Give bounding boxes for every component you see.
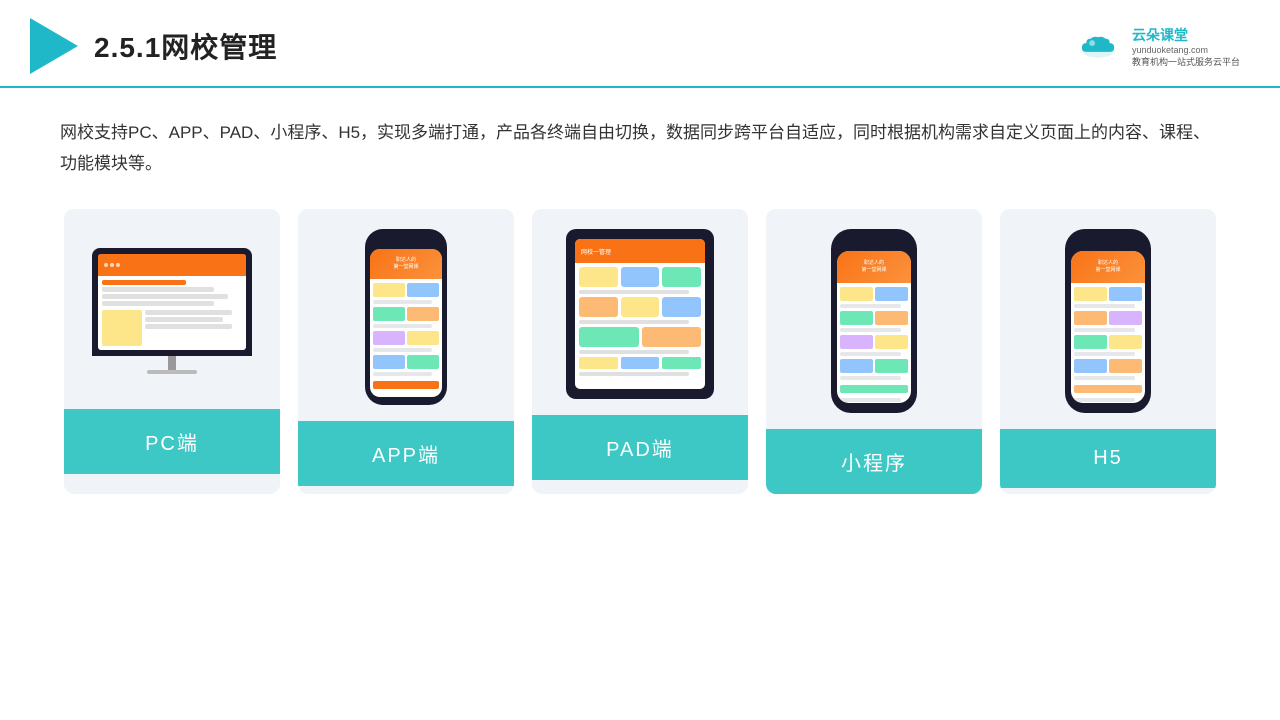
card-miniprogram-image: 职达人的第一堂网课	[766, 209, 982, 429]
card-pad-image: 网校一管理	[532, 209, 748, 415]
card-h5-image: 职达人的第一堂网课	[1000, 209, 1216, 429]
logo-triangle-icon	[30, 18, 78, 74]
app-phone-mockup: 职达人的第一堂网课	[365, 229, 447, 405]
header-right: 云朵课堂 yunduoketang.com 教育机构一站式服务云平台	[1076, 25, 1240, 68]
card-h5: 职达人的第一堂网课	[1000, 209, 1216, 494]
miniprogram-mockup: 职达人的第一堂网课	[831, 229, 917, 413]
brand-info: 云朵课堂 yunduoketang.com 教育机构一站式服务云平台	[1132, 25, 1240, 68]
brand-url: yunduoketang.com	[1132, 45, 1208, 55]
page-title: 2.5.1网校管理	[94, 26, 277, 66]
card-app-label: APP端	[298, 421, 514, 486]
platform-cards: PC端 职达人的第一堂网课	[60, 209, 1220, 494]
card-app-image: 职达人的第一堂网课	[298, 209, 514, 421]
brand-tagline-1: 教育机构一站式服务云平台	[1132, 55, 1240, 68]
brand-cloud-icon	[1076, 31, 1120, 61]
card-pad: 网校一管理	[532, 209, 748, 494]
card-pc-label: PC端	[64, 409, 280, 474]
card-miniprogram: 职达人的第一堂网课	[766, 209, 982, 494]
page-header: 2.5.1网校管理 云朵课堂 yunduoketang.com 教育机构一站式服…	[0, 0, 1280, 88]
main-content: 网校支持PC、APP、PAD、小程序、H5，实现多端打通，产品各终端自由切换，数…	[0, 88, 1280, 514]
brand-name: 云朵课堂	[1132, 25, 1188, 45]
pc-mockup	[92, 248, 252, 374]
card-h5-label: H5	[1000, 429, 1216, 488]
card-miniprogram-label: 小程序	[766, 429, 982, 494]
card-pc: PC端	[64, 209, 280, 494]
card-pc-image	[64, 209, 280, 409]
card-pad-label: PAD端	[532, 415, 748, 480]
tablet-mockup: 网校一管理	[566, 229, 714, 399]
header-left: 2.5.1网校管理	[30, 18, 277, 74]
h5-mockup: 职达人的第一堂网课	[1065, 229, 1151, 413]
description-text: 网校支持PC、APP、PAD、小程序、H5，实现多端打通，产品各终端自由切换，数…	[60, 118, 1220, 179]
card-app: 职达人的第一堂网课	[298, 209, 514, 494]
